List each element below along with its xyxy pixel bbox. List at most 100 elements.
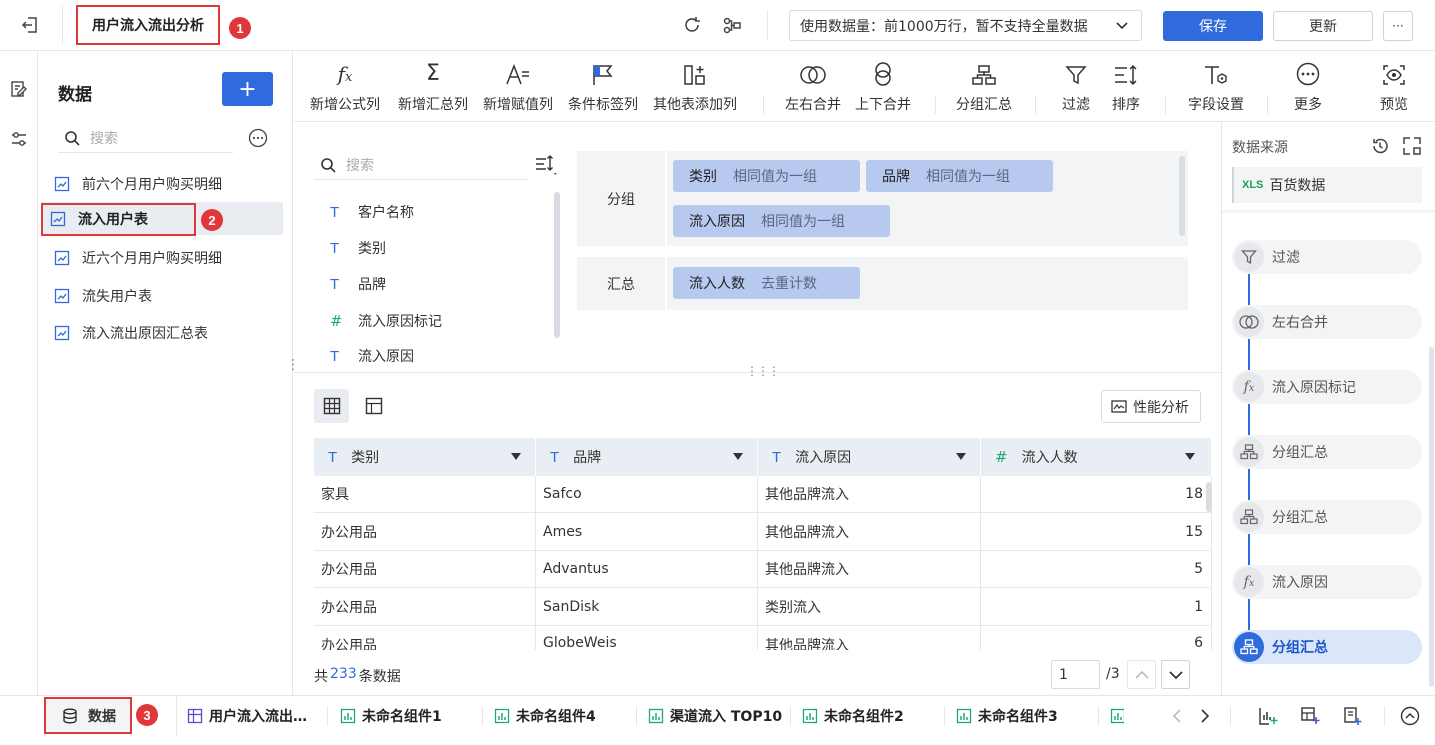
page-input[interactable]: 1 [1051,660,1100,689]
tool-condition-tag-column[interactable]: 条件标签列 [568,52,638,122]
table-cell[interactable]: 其他品牌流入 [758,551,981,588]
resize-handle-icon[interactable]: ⋮⋮⋮ [746,364,780,378]
add-dashboard-icon[interactable] [1298,704,1322,728]
table-cell[interactable]: 办公用品 [314,513,536,551]
step-formula[interactable]: fx 流入原因标记 [1232,370,1422,404]
summary-chip-inflow-count[interactable]: 流入人数 去重计数 [673,267,860,299]
tool-add-column-from-table[interactable]: 其他表添加列 [653,52,737,122]
save-button[interactable]: 保存 [1163,11,1263,41]
table-cell[interactable]: 其他品牌流入 [758,476,981,513]
data-item[interactable]: 流入流出原因汇总表 [46,316,283,349]
data-search-input[interactable]: 搜索 [90,128,118,148]
tool-left-right-merge[interactable]: 左右合并 [785,52,841,122]
step-group-summary[interactable]: 分组汇总 [1232,435,1422,469]
tab-component-4[interactable]: 未命名组件4 [494,696,630,736]
tabs-next-icon[interactable] [1194,704,1216,728]
group-scrollbar[interactable] [1179,156,1185,236]
tool-sort[interactable]: 排序 [1112,52,1140,122]
lineage-icon[interactable] [720,13,744,37]
settings-sliders-icon[interactable] [6,126,32,152]
update-button[interactable]: 更新 [1273,11,1373,41]
data-search-box[interactable]: 搜索 [58,123,233,153]
table-cell[interactable]: 15 [981,513,1212,551]
table-cell[interactable]: 6 [981,626,1212,650]
field-item[interactable]: # 流入原因标记 [318,303,442,339]
field-search-box[interactable]: 搜索 [314,150,527,180]
table-cell[interactable]: 其他品牌流入 [758,513,981,551]
tool-field-settings[interactable]: 字段设置 [1188,52,1244,122]
table-cell[interactable]: Ames [536,513,758,551]
collapse-up-icon[interactable] [1398,704,1422,728]
page-next-button[interactable] [1161,660,1190,689]
tab-overflow[interactable] [1110,696,1124,736]
tab-dashboard[interactable]: 用户流入流出… [187,696,323,736]
tab-component-2[interactable]: 未命名组件2 [802,696,938,736]
collapse-icon[interactable] [1402,136,1422,156]
add-chart-component-icon[interactable] [1256,704,1280,728]
add-report-icon[interactable] [1340,704,1364,728]
table-cell[interactable]: 类别流入 [758,588,981,626]
step-group-summary[interactable]: 分组汇总 [1232,500,1422,534]
group-chip-category[interactable]: 类别 相同值为一组 [673,160,860,192]
step-formula[interactable]: fx 流入原因 [1232,565,1422,599]
column-header-inflow-count[interactable]: # 流入人数 [981,438,1212,476]
data-source-item[interactable]: XLS 百货数据 [1232,167,1422,203]
group-chip-brand[interactable]: 品牌 相同值为一组 [866,160,1053,192]
table-cell[interactable]: 18 [981,476,1212,513]
data-tab[interactable]: 数据 [44,697,132,734]
grid-view-icon[interactable] [314,389,349,423]
back-icon[interactable] [14,10,46,40]
edit-data-icon[interactable] [6,76,32,102]
table-cell[interactable]: SanDisk [536,588,758,626]
step-group-summary-active[interactable]: 分组汇总 [1232,630,1422,664]
group-chip-reason[interactable]: 流入原因 相同值为一组 [673,205,890,237]
column-header-brand[interactable]: T 品牌 [536,438,758,476]
tabs-prev-icon[interactable] [1166,704,1188,728]
tool-group-summary[interactable]: 分组汇总 [956,52,1012,122]
column-header-category[interactable]: T 类别 [314,438,536,476]
layout-view-icon[interactable] [356,389,391,423]
table-cell[interactable]: 办公用品 [314,551,536,588]
caret-down-icon[interactable] [733,453,743,461]
more-button[interactable]: ··· [1383,11,1413,41]
caret-down-icon[interactable] [1185,453,1195,461]
history-icon[interactable] [1370,136,1390,156]
add-data-button[interactable]: + [222,72,273,106]
field-item[interactable]: T 品牌 [318,266,386,302]
table-cell[interactable]: 办公用品 [314,626,536,650]
tool-filter[interactable]: 过滤 [1062,52,1090,122]
data-item[interactable]: 近六个月用户购买明细 [46,241,283,274]
caret-down-icon[interactable] [956,453,966,461]
refresh-icon[interactable] [680,13,704,37]
tool-add-summary-column[interactable]: Σ 新增汇总列 [398,52,468,122]
page-title[interactable]: 用户流入流出分析 [76,5,220,45]
table-cell[interactable]: 1 [981,588,1212,626]
data-item[interactable]: 流失用户表 [46,279,283,312]
tool-preview[interactable]: 预览 [1380,52,1408,122]
tab-component-3[interactable]: 未命名组件3 [956,696,1092,736]
table-cell[interactable]: 其他品牌流入 [758,626,981,650]
field-item[interactable]: T 类别 [318,230,386,266]
table-cell[interactable]: 5 [981,551,1212,588]
tab-component-1[interactable]: 未命名组件1 [340,696,470,736]
field-item[interactable]: T 流入原因 [318,338,414,372]
step-lr-merge[interactable]: 左右合并 [1232,305,1422,339]
page-prev-button[interactable] [1127,660,1156,689]
step-filter[interactable]: 过滤 [1232,240,1422,274]
steps-scrollbar[interactable] [1429,347,1434,687]
field-search-input[interactable]: 搜索 [346,155,374,175]
table-cell[interactable]: 家具 [314,476,536,513]
caret-down-icon[interactable] [511,453,521,461]
tool-add-assign-column[interactable]: 新增赋值列 [483,52,553,122]
tool-add-formula-column[interactable]: fx 新增公式列 [310,52,380,122]
table-cell[interactable]: Advantus [536,551,758,588]
more-options-icon[interactable] [247,127,269,149]
table-cell[interactable]: 办公用品 [314,588,536,626]
sort-fields-icon[interactable] [534,154,558,178]
field-item[interactable]: T 客户名称 [318,194,414,230]
table-cell[interactable]: GlobeWeis [536,626,758,650]
tool-up-down-merge[interactable]: 上下合并 [855,52,911,122]
data-volume-select[interactable]: 使用数据量：前1000万行，暂不支持全量数据 [789,10,1142,41]
table-scrollbar[interactable] [1206,482,1212,512]
tab-channel-top10[interactable]: 渠道流入 TOP10 [648,696,786,736]
